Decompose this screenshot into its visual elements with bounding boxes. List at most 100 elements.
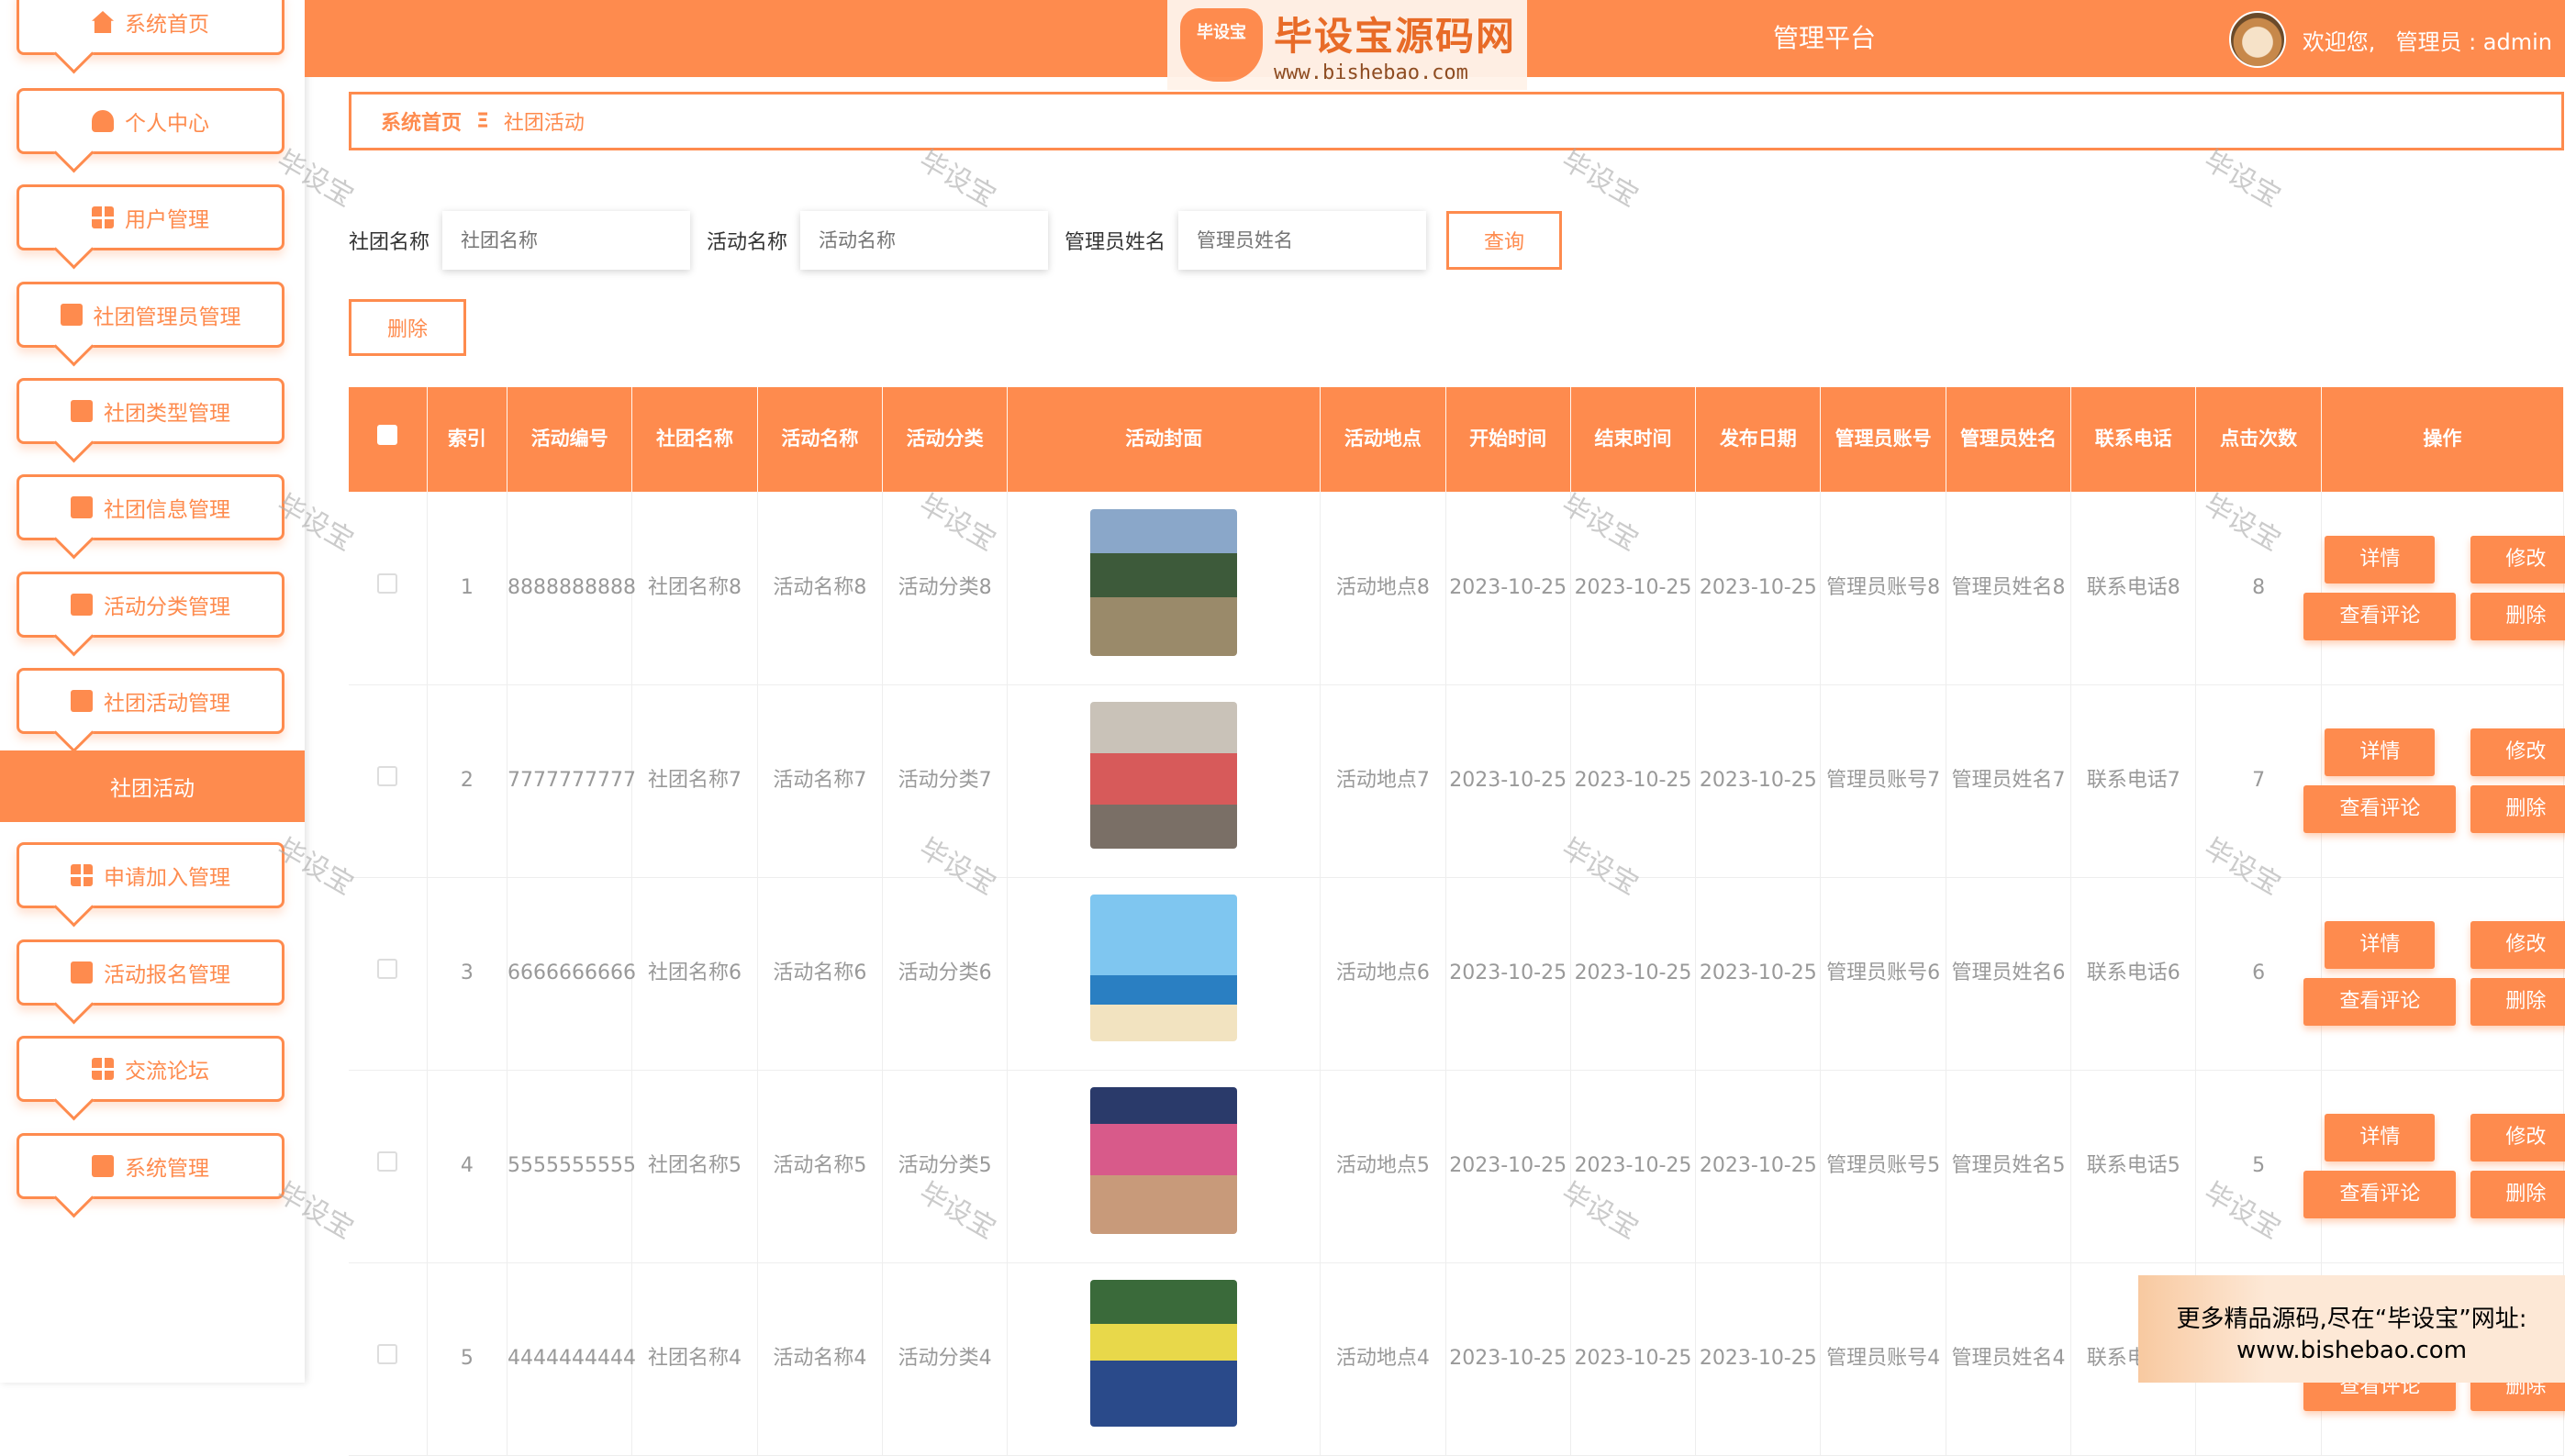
column-header: 活动封面 — [1007, 387, 1322, 492]
detail-button[interactable]: 详情 — [2325, 728, 2436, 776]
sidebar-item-label: 活动分类管理 — [104, 595, 230, 619]
activity-cover-image[interactable] — [1090, 1086, 1238, 1234]
cell-phone: 联系电话6 — [2070, 877, 2197, 1071]
sidebar-item-club-activities[interactable]: 社团活动管理 — [17, 668, 284, 734]
cell-category: 活动分类7 — [882, 684, 1009, 878]
sidebar-item-profile[interactable]: 个人中心 — [17, 88, 284, 154]
sidebar-item-activity-categories[interactable]: 活动分类管理 — [17, 572, 284, 638]
cell-end: 2023-10-25 — [1570, 877, 1697, 1071]
column-header: 活动编号 — [507, 387, 633, 492]
delete-button[interactable]: 删除 — [2470, 592, 2565, 640]
activity-name-input[interactable] — [800, 211, 1049, 270]
sidebar-item-club-admins[interactable]: 社团管理员管理 — [17, 282, 284, 348]
cell-account: 管理员账号4 — [1820, 1262, 1946, 1456]
cell-category: 活动分类4 — [882, 1262, 1009, 1456]
cell-end: 2023-10-25 — [1570, 684, 1697, 878]
row-select-cell[interactable] — [349, 1262, 428, 1456]
breadcrumb: 系统首页 Ξ 社团活动 — [349, 92, 2564, 150]
row-checkbox[interactable] — [377, 766, 398, 787]
sidebar-item-label: 活动报名管理 — [104, 963, 230, 987]
delete-button[interactable]: 删除 — [2470, 1171, 2565, 1218]
edit-button[interactable]: 修改 — [2470, 535, 2565, 584]
view-comments-button[interactable]: 查看评论 — [2303, 785, 2457, 833]
sidebar-subitem-activities[interactable]: 社团活动 — [0, 750, 305, 822]
sidebar-item-club-info[interactable]: 社团信息管理 — [17, 474, 284, 540]
avatar[interactable] — [2228, 11, 2286, 68]
sidebar-item-join-requests[interactable]: 申请加入管理 — [17, 842, 284, 908]
ops-cell: 详情 修改 查看评论 删除 — [2303, 492, 2565, 685]
edit-button[interactable]: 修改 — [2470, 921, 2565, 969]
logo-text: 毕设宝源码网 — [1274, 14, 1517, 59]
monitor-icon — [71, 496, 93, 518]
row-checkbox[interactable] — [377, 1344, 398, 1365]
admin-name-label: 管理员姓名 — [1065, 231, 1166, 254]
table-row: 2 7777777777 社团名称7 活动名称7 活动分类7 活动地点7 2023-10-2… — [349, 684, 2565, 878]
sidebar-item-club-types[interactable]: 社团类型管理 — [17, 378, 284, 444]
sidebar-item-label: 交流论坛 — [125, 1060, 209, 1084]
club-name-input[interactable] — [442, 211, 691, 270]
header-select-all[interactable] — [349, 387, 428, 492]
cell-publish: 2023-10-25 — [1695, 492, 1822, 685]
sidebar-item-home[interactable]: 系统首页 — [17, 0, 284, 55]
cell-start: 2023-10-25 — [1445, 492, 1571, 685]
sidebar-item-label: 申请加入管理 — [104, 866, 230, 890]
promo-line1: 更多精品源码,尽在“毕设宝”网址: — [2176, 1306, 2527, 1333]
column-header: 发布日期 — [1695, 387, 1822, 492]
edit-button[interactable]: 修改 — [2470, 728, 2565, 776]
cover-cell — [1007, 877, 1322, 1071]
cell-account: 管理员账号8 — [1820, 492, 1946, 685]
cell-account: 管理员账号7 — [1820, 684, 1946, 878]
column-header: 活动分类 — [882, 387, 1009, 492]
row-select-cell[interactable] — [349, 492, 428, 685]
row-checkbox[interactable] — [377, 573, 398, 595]
detail-button[interactable]: 详情 — [2325, 535, 2436, 584]
view-comments-button[interactable]: 查看评论 — [2303, 978, 2457, 1026]
cell-activity: 活动名称6 — [757, 877, 884, 1071]
tools-icon — [92, 1155, 114, 1177]
detail-button[interactable]: 详情 — [2325, 1114, 2436, 1161]
activity-cover-image[interactable] — [1090, 894, 1238, 1041]
cell-place: 活动地点6 — [1320, 877, 1446, 1071]
column-header: 点击次数 — [2195, 387, 2322, 492]
sidebar-item-users[interactable]: 用户管理 — [17, 184, 284, 250]
cell-code: 4444444444 — [507, 1262, 636, 1456]
promo-banner[interactable]: 更多精品源码,尽在“毕设宝”网址: www.bishebao.com — [2138, 1275, 2565, 1383]
breadcrumb-home[interactable]: 系统首页 — [381, 106, 462, 136]
query-button[interactable]: 查询 — [1446, 211, 1563, 270]
cover-cell — [1007, 1262, 1322, 1456]
detail-button[interactable]: 详情 — [2325, 921, 2436, 969]
row-select-cell[interactable] — [349, 684, 428, 878]
row-select-cell[interactable] — [349, 1070, 428, 1263]
batch-delete-button[interactable]: 删除 — [349, 299, 466, 356]
admin-name-input[interactable] — [1178, 211, 1427, 270]
cell-club: 社团名称7 — [631, 684, 758, 878]
column-header: 操作 — [2321, 387, 2565, 492]
activity-cover-image[interactable] — [1090, 508, 1238, 656]
view-comments-button[interactable]: 查看评论 — [2303, 1171, 2457, 1218]
activity-cover-image[interactable] — [1090, 1279, 1238, 1427]
table-row: 3 6666666666 社团名称6 活动名称6 活动分类6 活动地点6 2023-10-2… — [349, 877, 2565, 1071]
view-comments-button[interactable]: 查看评论 — [2303, 592, 2457, 640]
briefcase-icon — [71, 594, 93, 616]
cell-club: 社团名称8 — [631, 492, 758, 685]
chart-icon — [71, 400, 93, 422]
activity-name-label: 活动名称 — [707, 231, 788, 254]
delete-button[interactable]: 删除 — [2470, 785, 2565, 833]
delete-button[interactable]: 删除 — [2470, 978, 2565, 1026]
activity-cover-image[interactable] — [1090, 701, 1238, 849]
person-icon — [92, 110, 114, 132]
sidebar-item-label: 社团信息管理 — [104, 498, 230, 522]
sidebar-item-system[interactable]: 系统管理 — [17, 1133, 284, 1199]
grid-icon — [71, 864, 93, 886]
ops-cell: 详情 修改 查看评论 删除 — [2303, 684, 2565, 878]
sidebar-item-signups[interactable]: 活动报名管理 — [17, 939, 284, 1006]
row-checkbox[interactable] — [377, 959, 398, 980]
cell-publish: 2023-10-25 — [1695, 684, 1822, 878]
row-select-cell[interactable] — [349, 877, 428, 1071]
row-checkbox[interactable] — [377, 1151, 398, 1173]
breadcrumb-current: 社团活动 — [503, 112, 585, 135]
cell-code: 5555555555 — [507, 1070, 636, 1263]
sidebar-item-forum[interactable]: 交流论坛 — [17, 1036, 284, 1102]
edit-button[interactable]: 修改 — [2470, 1114, 2565, 1161]
select-all-checkbox[interactable] — [377, 425, 398, 446]
